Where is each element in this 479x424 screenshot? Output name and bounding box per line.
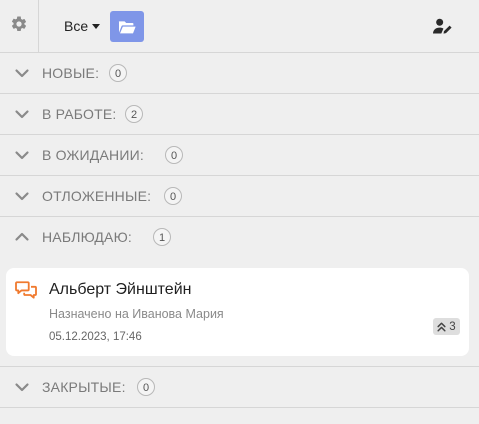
chevron-down-icon [15,383,29,392]
section-in-progress[interactable]: В РАБОТЕ: 2 [0,94,479,135]
filter-dropdown-label: Все [64,18,89,34]
count-badge: 0 [164,187,182,205]
section-watching[interactable]: НАБЛЮДАЮ: 1 [0,217,479,258]
ticket-card[interactable]: Альберт Эйнштейн Назначено на Иванова Ма… [6,268,469,356]
toolbar-divider [38,0,39,53]
chevrons-up-icon [437,322,446,331]
section-label: ЗАКРЫТЫЕ: [42,379,126,395]
folder-button[interactable] [110,11,144,42]
section-label: В ОЖИДАНИИ: [42,147,144,163]
count-badge: 0 [165,146,183,164]
chevron-down-icon [15,151,29,160]
filter-dropdown[interactable]: Все [58,12,106,40]
count-badge: 2 [125,105,143,123]
toolbar: Все [0,0,479,53]
section-closed[interactable]: ЗАКРЫТЫЕ: 0 [0,367,479,408]
section-label: НАБЛЮДАЮ: [42,229,133,245]
section-label: В РАБОТЕ: [42,106,117,122]
caret-down-icon [92,23,101,29]
chat-bubbles-icon [15,281,37,299]
count-badge: 0 [137,378,155,396]
count-badge: 0 [109,64,127,82]
folder-open-icon [118,20,136,33]
section-label: ОТЛОЖЕННЫЕ: [42,188,152,204]
section-label: НОВЫЕ: [42,65,100,81]
section-waiting[interactable]: В ОЖИДАНИИ: 0 [0,135,479,176]
section-postponed[interactable]: ОТЛОЖЕННЫЕ: 0 [0,176,479,217]
priority-badge: 3 [433,318,460,335]
chevron-down-icon [15,192,29,201]
ticket-datetime: 05.12.2023, 17:46 [49,331,142,343]
priority-value: 3 [449,320,456,333]
chevron-down-icon [15,110,29,119]
ticket-assignee: Назначено на Иванова Мария [49,307,224,321]
count-badge: 1 [153,228,171,246]
ticket-title: Альберт Эйнштейн [49,281,192,298]
chevron-down-icon [15,69,29,78]
chevron-up-icon [15,232,29,241]
user-edit-icon[interactable] [432,16,454,36]
gear-icon[interactable] [8,13,30,35]
section-new[interactable]: НОВЫЕ: 0 [0,53,479,94]
